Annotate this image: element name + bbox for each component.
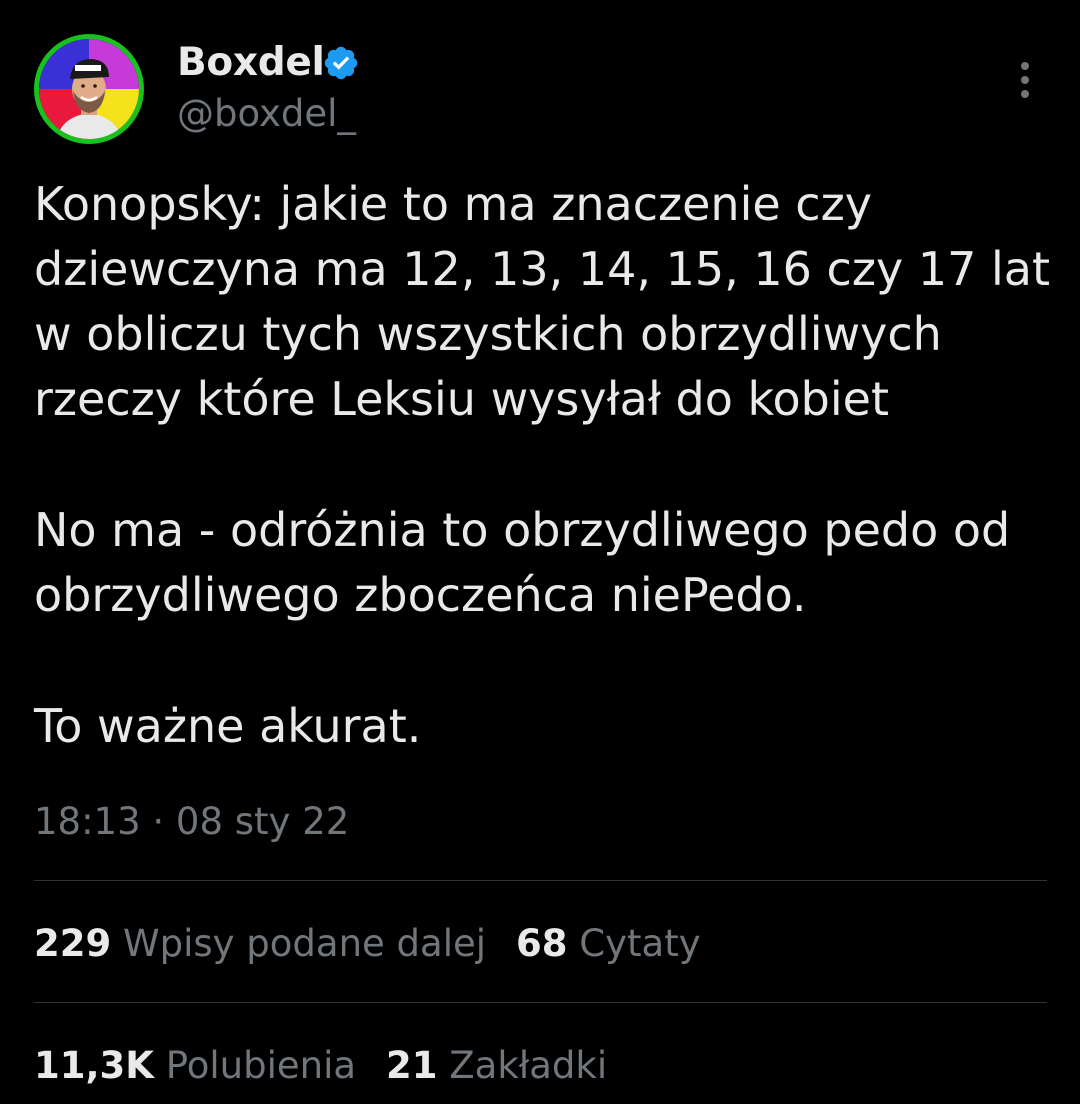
avatar[interactable] [34, 34, 144, 144]
stats-row-reposts-quotes: 229 Wpisy podane dalej 68 Cytaty [34, 922, 731, 965]
tweet-text: Konopsky: jakie to ma znaczenie czy dzie… [34, 172, 1054, 759]
reposts-stat[interactable]: 229 Wpisy podane dalej [34, 922, 486, 965]
likes-label: Polubienia [165, 1044, 357, 1087]
stats-row-likes-bookmarks: 11,3K Polubienia 21 Zakładki [34, 1044, 637, 1087]
bookmarks-label: Zakładki [449, 1044, 608, 1087]
author-handle[interactable]: @boxdel_ [177, 92, 356, 135]
reposts-count: 229 [34, 922, 112, 965]
quotes-stat[interactable]: 68 Cytaty [516, 922, 701, 965]
verified-badge-icon [324, 46, 358, 80]
author-display-name[interactable]: Boxdel [177, 40, 325, 85]
quotes-count: 68 [516, 922, 568, 965]
tweet-paragraph: No ma - odróżnia to obrzydliwego pedo od… [34, 503, 1011, 622]
bookmarks-stat[interactable]: 21 Zakładki [386, 1044, 607, 1087]
tweet-detail: Boxdel @boxdel_ Konopsky: jakie to ma zn… [0, 0, 1080, 1104]
tweet-timestamp[interactable]: 18:13 · 08 sty 22 [34, 800, 349, 843]
reposts-label: Wpisy podane dalej [123, 922, 487, 965]
tweet-paragraph: Konopsky: jakie to ma znaczenie czy dzie… [34, 177, 1050, 426]
divider [34, 880, 1047, 881]
avatar-image [39, 39, 139, 139]
quotes-label: Cytaty [579, 922, 701, 965]
likes-count: 11,3K [34, 1044, 154, 1087]
bookmarks-count: 21 [386, 1044, 438, 1087]
more-vertical-icon[interactable] [1008, 58, 1042, 102]
likes-stat[interactable]: 11,3K Polubienia [34, 1044, 356, 1087]
divider [34, 1002, 1047, 1003]
tweet-paragraph: To ważne akurat. [34, 699, 422, 753]
